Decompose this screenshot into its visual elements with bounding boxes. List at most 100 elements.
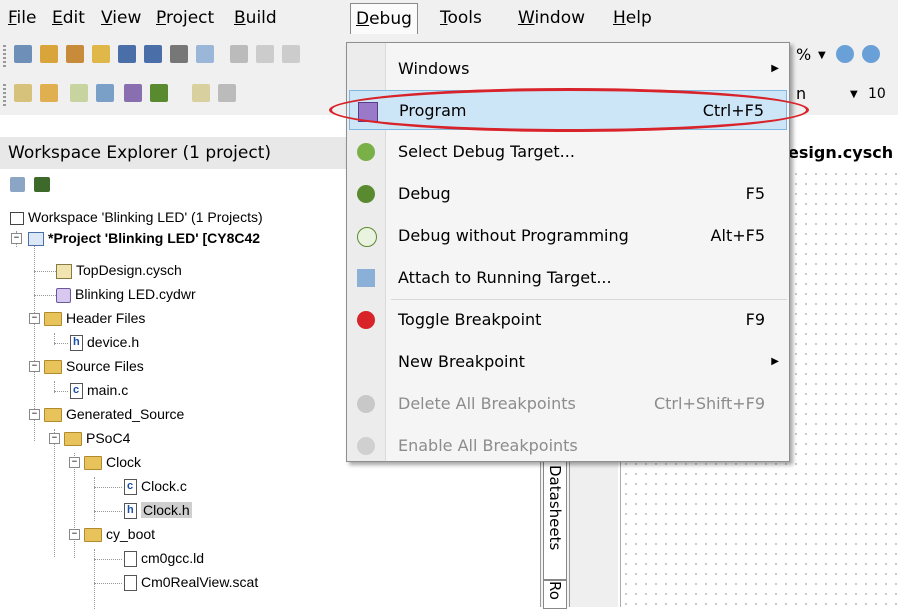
tree-label: Clock (106, 454, 142, 470)
tree-label: TopDesign.cysch (76, 262, 182, 278)
menu-item-program[interactable]: Program Ctrl+F5 (349, 90, 787, 130)
toolbar-grip[interactable] (3, 84, 6, 106)
menu-item-new-breakpoint[interactable]: New Breakpoint ▶ (349, 342, 787, 382)
tree-item-cm0gcc-ld[interactable]: cm0gcc.ld (124, 547, 204, 569)
menu-item-label: Attach to Running Target... (398, 268, 612, 287)
tree-workspace[interactable]: Workspace 'Blinking LED' (1 Projects) (10, 206, 263, 228)
new-project-icon[interactable] (14, 45, 32, 63)
menu-project[interactable]: Project (156, 8, 214, 28)
collapse-toggle-icon[interactable]: − (29, 409, 40, 420)
tree-item-clock-h[interactable]: Clock.h (124, 499, 192, 521)
tree-item-cm0realview-scat[interactable]: Cm0RealView.scat (124, 571, 258, 593)
header-file-icon (124, 499, 137, 521)
menu-view[interactable]: View (101, 8, 141, 28)
menu-item-shortcut: Ctrl+Shift+F9 (653, 394, 765, 413)
zoom-out-icon[interactable] (862, 45, 880, 63)
toolbar-grip[interactable] (3, 45, 6, 67)
menu-item-shortcut: F9 (745, 310, 765, 329)
tree-label: Blinking LED.cydwr (75, 286, 196, 302)
cut-icon[interactable] (230, 45, 248, 63)
open-folder-icon[interactable] (92, 45, 110, 63)
zoom-in-icon[interactable] (836, 45, 854, 63)
collapse-toggle-icon[interactable]: − (29, 313, 40, 324)
print-preview-icon[interactable] (196, 45, 214, 63)
menu-item-toggle-breakpoint[interactable]: Toggle Breakpoint F9 (349, 300, 787, 340)
collapse-toggle-icon[interactable]: − (49, 433, 60, 444)
zoom-dropdown-arrow-icon[interactable]: ▼ (818, 50, 826, 61)
tree-label-selected: Clock.h (141, 502, 192, 518)
folder-icon (84, 528, 102, 543)
menu-item-debug[interactable]: Debug F5 (349, 174, 787, 214)
tree-folder-cy-boot[interactable]: cy_boot (84, 523, 155, 545)
font-size-value[interactable]: 10 (868, 86, 886, 102)
menu-item-label: Select Debug Target... (398, 142, 575, 161)
menu-item-label: Delete All Breakpoints (398, 394, 576, 413)
tab-partial[interactable]: Ro (543, 580, 567, 609)
program-chip-icon[interactable] (124, 84, 142, 102)
menu-edit[interactable]: Edit (52, 8, 85, 28)
menu-file[interactable]: File (8, 8, 36, 28)
toolbar-icon[interactable] (218, 84, 236, 102)
submenu-arrow-icon: ▶ (771, 63, 779, 74)
menu-item-windows[interactable]: Windows ▶ (349, 49, 787, 89)
menu-build[interactable]: Build (234, 8, 277, 28)
tree-item-cydwr[interactable]: Blinking LED.cydwr (56, 283, 196, 305)
tree-label: *Project 'Blinking LED' [CY8C42 (48, 230, 261, 246)
add-item-icon[interactable] (66, 45, 84, 63)
menu-item-attach-to-running-target[interactable]: Attach to Running Target... (349, 258, 787, 298)
tree-folder-psoc4[interactable]: PSoC4 (64, 427, 130, 449)
new-item-icon[interactable] (40, 45, 58, 63)
menu-item-label: Enable All Breakpoints (398, 436, 578, 455)
menu-bar: File Edit View Project Build Debug Tools… (0, 0, 898, 36)
project-view-icon[interactable] (34, 177, 50, 192)
tree-item-topdesign[interactable]: TopDesign.cysch (56, 259, 182, 281)
collapse-toggle-icon[interactable]: − (11, 233, 22, 244)
clean-icon[interactable] (70, 84, 88, 102)
print-icon[interactable] (170, 45, 188, 63)
collapse-all-icon[interactable] (10, 177, 25, 192)
toolbar-icon[interactable] (192, 84, 210, 102)
menu-item-label: Windows (398, 59, 470, 78)
menu-item-select-debug-target[interactable]: Select Debug Target... (349, 132, 787, 172)
tree-item-clock-c[interactable]: Clock.c (124, 475, 187, 497)
menu-item-delete-all-breakpoints[interactable]: Delete All Breakpoints Ctrl+Shift+F9 (349, 384, 787, 424)
menu-item-debug-without-programming[interactable]: Debug without Programming Alt+F5 (349, 216, 787, 256)
bug-target-icon (357, 143, 375, 161)
copy-icon[interactable] (256, 45, 274, 63)
workspace-icon (10, 211, 24, 225)
debug-bug-icon[interactable] (150, 84, 168, 102)
folder-icon (44, 408, 62, 423)
build-icon[interactable] (40, 84, 58, 102)
folder-icon (84, 456, 102, 471)
collapse-toggle-icon[interactable]: − (69, 457, 80, 468)
save-all-icon[interactable] (144, 45, 162, 63)
menu-tools[interactable]: Tools (440, 8, 482, 28)
menu-debug[interactable]: Debug (350, 3, 418, 34)
tree-folder-source-files[interactable]: Source Files (44, 355, 144, 377)
tree-label: main.c (87, 382, 129, 398)
paste-icon[interactable] (282, 45, 300, 63)
breakpoint-icon (357, 311, 375, 329)
bug-icon (357, 185, 375, 203)
menu-item-enable-all-breakpoints[interactable]: Enable All Breakpoints (349, 426, 787, 466)
save-icon[interactable] (118, 45, 136, 63)
menu-item-label: Debug (398, 184, 451, 203)
tree-item-main-c[interactable]: main.c (70, 379, 128, 401)
schematic-icon[interactable] (14, 84, 32, 102)
collapse-toggle-icon[interactable]: − (29, 361, 40, 372)
collapse-toggle-icon[interactable]: − (69, 529, 80, 540)
tree-label: Generated_Source (66, 406, 185, 422)
tree-project[interactable]: *Project 'Blinking LED' [CY8C42 (28, 227, 260, 249)
tree-label: Cm0RealView.scat (141, 574, 259, 590)
menu-window[interactable]: Window (518, 8, 585, 28)
font-size-dropdown-arrow-icon[interactable]: ▼ (850, 89, 858, 100)
generate-icon[interactable] (96, 84, 114, 102)
header-file-icon (70, 331, 83, 353)
chip-program-icon (358, 102, 378, 122)
tree-folder-header-files[interactable]: Header Files (44, 307, 145, 329)
tree-folder-generated-source[interactable]: Generated_Source (44, 403, 184, 425)
folder-icon (64, 432, 82, 447)
tree-folder-clock[interactable]: Clock (84, 451, 141, 473)
tree-item-device-h[interactable]: device.h (70, 331, 139, 353)
menu-help[interactable]: Help (613, 8, 652, 28)
